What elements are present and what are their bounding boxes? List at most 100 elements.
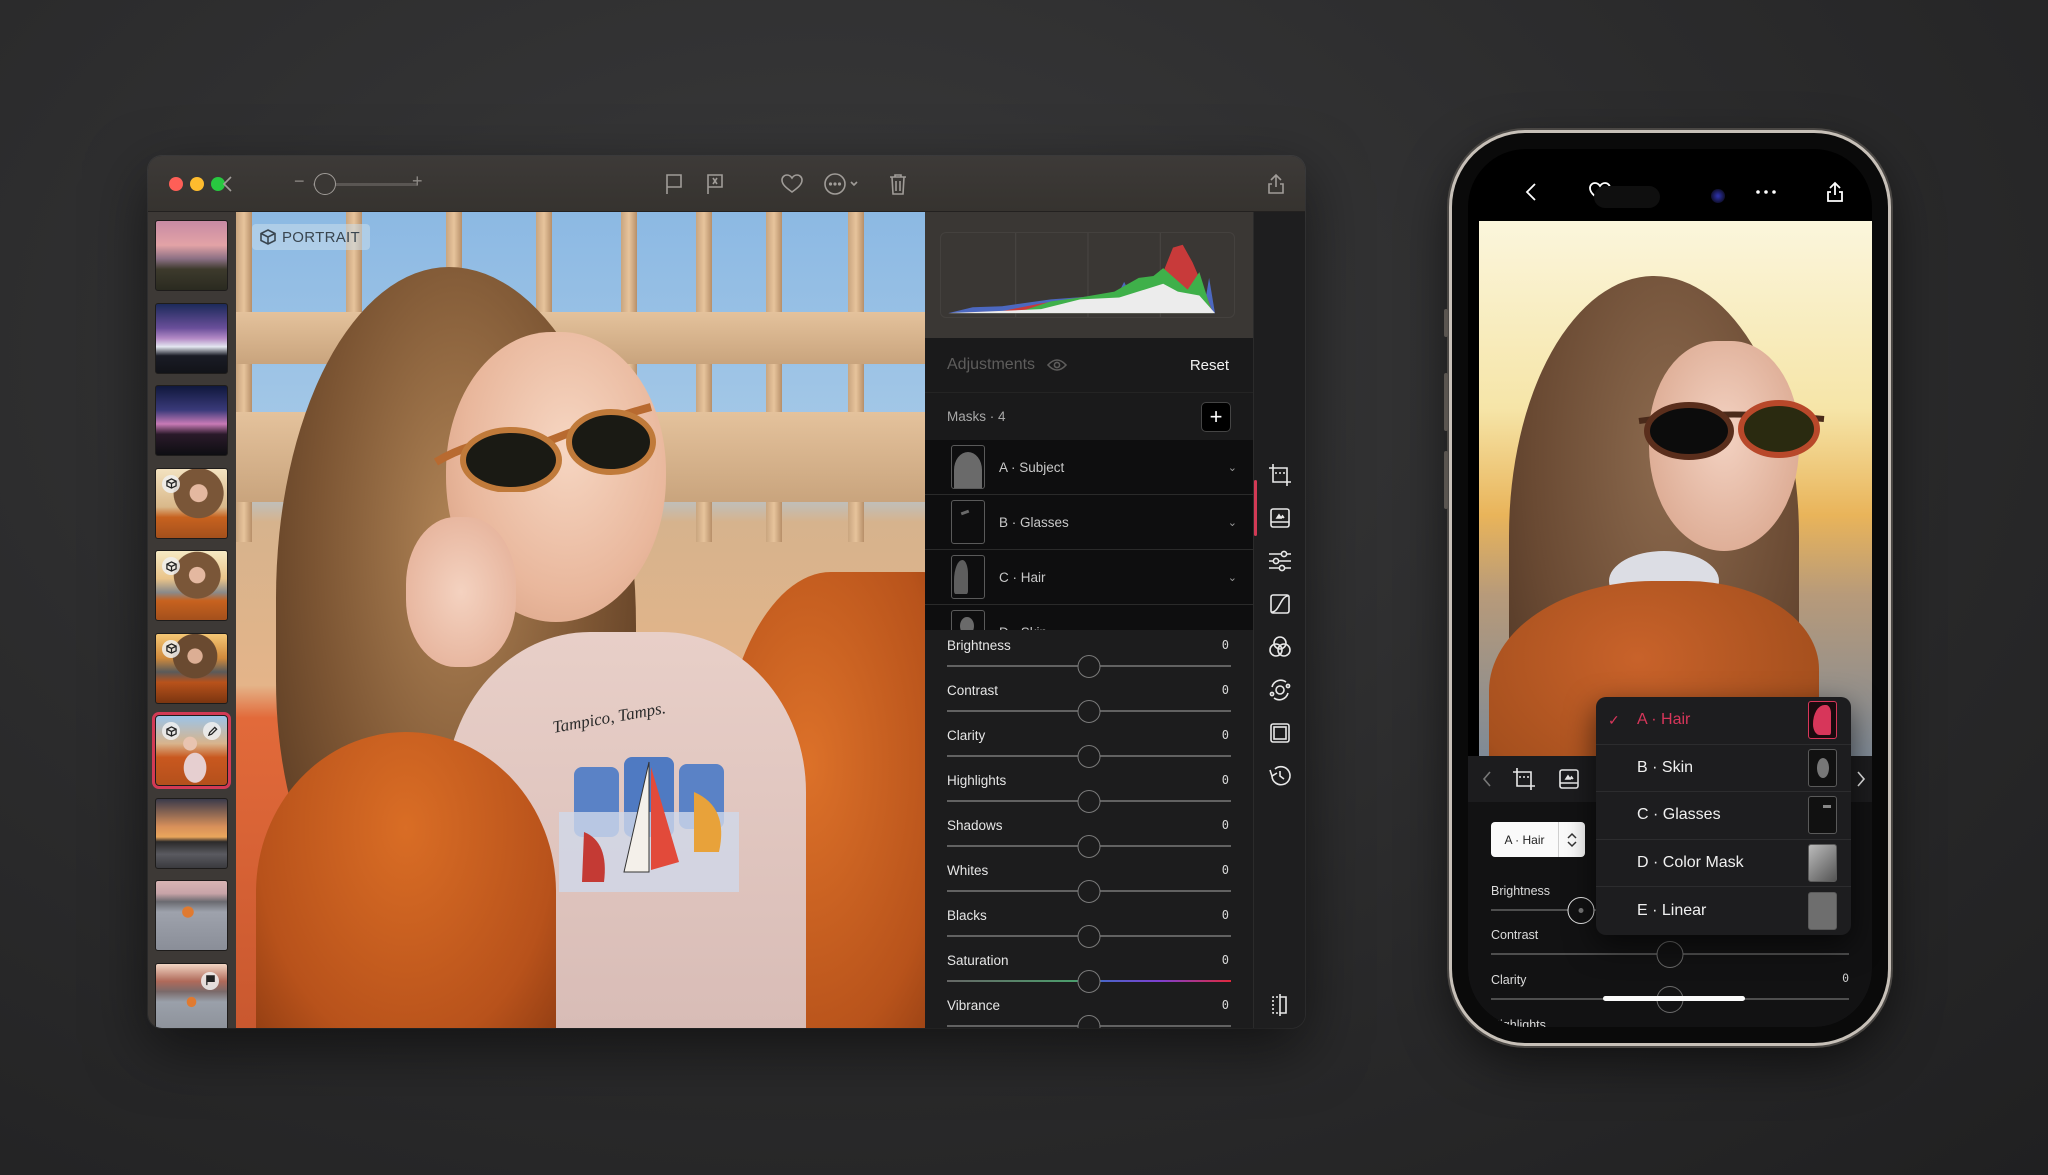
photo-canvas[interactable]: Tampico, Tamps. PORTRAIT [236, 212, 925, 1028]
mask-menu-item[interactable]: ✓ A · Hair [1596, 697, 1851, 745]
reset-button[interactable]: Reset [1190, 357, 1229, 374]
delete-button[interactable] [884, 170, 912, 198]
volume-up-button [1444, 373, 1448, 431]
flag-icon [205, 975, 215, 986]
adjust-sliders-icon [1269, 550, 1291, 572]
thumbnail[interactable] [155, 797, 228, 869]
thumbnail[interactable] [155, 220, 228, 291]
chevron-down-icon[interactable]: ⌄ [1228, 571, 1237, 584]
slider-knob[interactable] [1656, 941, 1684, 968]
frame-tool-button[interactable] [1267, 720, 1293, 746]
chevron-down-icon[interactable]: ⌄ [1228, 461, 1237, 474]
adjustment-sliders: Brightness 0 Contrast 0 Clarity 0 Highlight… [925, 630, 1253, 1028]
mask-menu-item[interactable]: C · Glasses [1596, 792, 1851, 840]
slider-whites[interactable]: Whites 0 [925, 855, 1253, 903]
more-icon [1756, 190, 1776, 194]
filters-tool-button[interactable] [1556, 766, 1582, 792]
more-menu-button[interactable] [823, 170, 863, 198]
mask-row[interactable]: A · Subject ⌄ [925, 440, 1253, 495]
compare-icon [1272, 994, 1287, 1016]
crop-tool-button[interactable] [1511, 766, 1537, 792]
mask-row[interactable]: C · Hair ⌄ [925, 550, 1253, 605]
crop-icon [1513, 768, 1535, 790]
thumbnail[interactable] [155, 962, 228, 1028]
scroll-right-button[interactable] [1848, 766, 1872, 792]
edited-badge [203, 722, 221, 740]
reject-button[interactable] [701, 170, 729, 198]
histogram [940, 232, 1235, 318]
slider-vibrance[interactable]: Vibrance 0 [925, 990, 1253, 1028]
masks-header: Masks · 4 + [925, 392, 1253, 440]
zoom-slider-knob[interactable] [314, 173, 336, 195]
mask-thumbnail [951, 500, 985, 544]
slider-blacks[interactable]: Blacks 0 [925, 900, 1253, 948]
minimize-window-button[interactable] [190, 177, 204, 191]
chevron-down-icon[interactable]: ⌄ [1228, 516, 1237, 529]
thumbnail[interactable] [155, 467, 228, 539]
more-button[interactable] [1753, 179, 1779, 205]
favorite-button[interactable] [778, 170, 806, 198]
share-button[interactable] [1822, 179, 1848, 205]
slider-knob[interactable] [1567, 897, 1594, 924]
slider-value: 0 [1842, 1016, 1849, 1027]
mask-menu-item[interactable]: B · Skin [1596, 745, 1851, 792]
crop-icon [1269, 464, 1291, 486]
scroll-left-button[interactable] [1474, 766, 1500, 792]
thumbnail[interactable] [155, 632, 228, 704]
phone-slider-clarity[interactable]: Clarity 0 [1491, 971, 1849, 1016]
back-button[interactable] [1518, 179, 1544, 205]
slider-shadows[interactable]: Shadows 0 [925, 810, 1253, 858]
thumbnail[interactable] [155, 302, 228, 374]
lens-tool-button[interactable] [1267, 677, 1293, 703]
phone-slider-highlights[interactable]: Highlights 0 [1491, 1016, 1849, 1027]
mask-thumbnail [1808, 891, 1837, 930]
mask-thumbnail [1808, 796, 1837, 835]
mask-menu[interactable]: ✓ A · Hair B · Skin C · Glasses D · Colo… [1596, 697, 1851, 935]
thumbnail[interactable] [155, 550, 228, 621]
filters-tool-button[interactable] [1267, 505, 1293, 531]
mask-selector[interactable]: A · Hair [1491, 822, 1585, 857]
add-mask-button[interactable]: + [1201, 401, 1231, 432]
mask-menu-item[interactable]: E · Linear [1596, 887, 1851, 935]
slider-value: 0 [1221, 863, 1229, 877]
compare-button[interactable] [1267, 992, 1293, 1018]
shirt-print-graphic [559, 757, 739, 892]
portrait-badge [162, 722, 180, 740]
stepper-icon[interactable] [1558, 822, 1585, 857]
mask-row[interactable]: B · Glasses ⌄ [925, 495, 1253, 550]
mask-list[interactable]: A · Subject ⌄ B · Glasses ⌄ C · Hair ⌄ D… [925, 440, 1253, 630]
hand [406, 517, 516, 667]
slider-clarity[interactable]: Clarity 0 [925, 720, 1253, 768]
slider-contrast[interactable]: Contrast 0 [925, 675, 1253, 723]
home-indicator[interactable] [1603, 996, 1745, 1001]
portrait-mode-badge[interactable]: PORTRAIT [252, 224, 370, 250]
cube-icon [165, 643, 177, 654]
phone-nav-bar [1468, 149, 1872, 219]
curves-tool-button[interactable] [1267, 591, 1293, 617]
history-tool-button[interactable] [1267, 763, 1293, 789]
back-button[interactable] [214, 170, 242, 198]
mask-menu-item[interactable]: D · Color Mask [1596, 840, 1851, 887]
adjust-tool-button[interactable] [1267, 548, 1293, 574]
share-button[interactable] [1262, 170, 1290, 198]
color-mixer-tool-button[interactable] [1267, 634, 1293, 660]
mask-thumbnail [1808, 748, 1837, 787]
zoom-in-button[interactable]: + [412, 171, 423, 192]
slider-label: Highlights [1491, 1018, 1546, 1027]
crop-tool-button[interactable] [1267, 462, 1293, 488]
filmstrip[interactable] [148, 212, 236, 1028]
slider-label: Contrast [1491, 928, 1539, 942]
thumbnail-selected[interactable] [152, 712, 231, 789]
slider-saturation[interactable]: Saturation 0 [925, 945, 1253, 993]
slider-highlights[interactable]: Highlights 0 [925, 765, 1253, 813]
eye-icon[interactable] [1047, 358, 1068, 372]
slider-knob[interactable] [1077, 1015, 1101, 1028]
mask-row[interactable]: D · Skin ⌄ [925, 605, 1253, 630]
slider-brightness[interactable]: Brightness 0 [925, 630, 1253, 678]
thumbnail[interactable] [155, 880, 228, 951]
flag-button[interactable] [660, 170, 688, 198]
phone-photo-canvas[interactable] [1479, 221, 1872, 756]
zoom-out-button[interactable]: − [294, 171, 305, 192]
thumbnail[interactable] [155, 385, 228, 456]
close-window-button[interactable] [169, 177, 183, 191]
